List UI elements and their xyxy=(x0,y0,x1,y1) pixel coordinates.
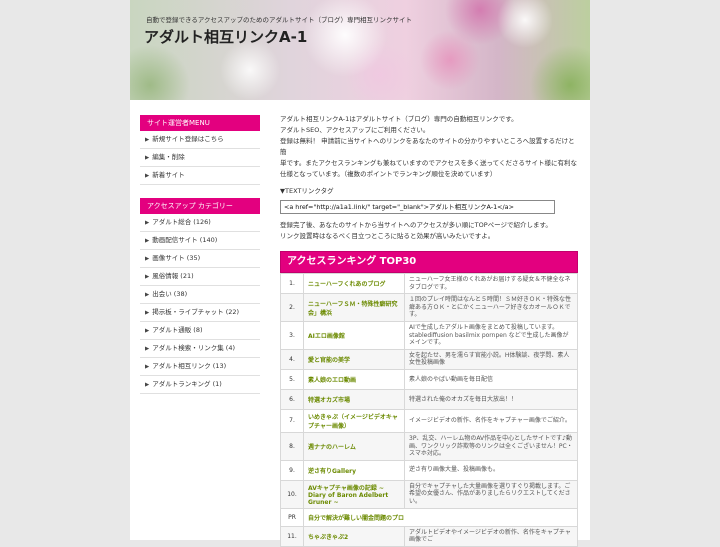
ranking-site-link[interactable]: 逆さ有りGallery xyxy=(303,459,405,481)
rank-number: 6. xyxy=(280,388,304,410)
ranking-site-link[interactable]: 週ナナのハーレム xyxy=(303,431,405,461)
category-item[interactable]: ▶ 掲示板・ライブチャット (22) xyxy=(140,304,260,322)
triangle-right-icon: ▶ xyxy=(145,292,150,298)
rank-number: 7. xyxy=(280,408,304,433)
table-row: 5. 素人娘のエロ動画 素人娘のやばい動画を毎日配信 xyxy=(280,368,578,390)
menu-item-register[interactable]: ▶ 新規サイト登録はこちら xyxy=(140,131,260,149)
admin-menu: サイト運営者MENU ▶ 新規サイト登録はこちら ▶ 編集・削除 ▶ 新着サイト xyxy=(140,115,260,185)
category-item[interactable]: ▶ 風俗情報 (21) xyxy=(140,268,260,286)
triangle-right-icon: ▶ xyxy=(145,155,150,161)
table-row: 9. 逆さ有りGallery 逆さ有り画像大量、投稿画像も。 xyxy=(280,459,578,481)
table-row: 4. 愛と官能の美学 女を起たせ、男を濡らす官能小説。H体験談、夜学問、素人女性投稿… xyxy=(280,348,578,370)
category-item[interactable]: ▶ アダルト通販 (8) xyxy=(140,322,260,340)
ranking-site-link[interactable]: 素人娘のエロ動画 xyxy=(303,368,405,390)
site-description: イメージビデオの新作、名作をキャプチャー画像でご紹介。 xyxy=(404,408,578,433)
site-description: 女を起たせ、男を濡らす官能小説。H体験談、夜学問、素人女性投稿画像 xyxy=(404,348,578,370)
category-item[interactable]: ▶ 出会い (38) xyxy=(140,286,260,304)
site-tagline: 自動で登録できるアクセスアップのためのアダルトサイト（ブログ）専門相互リンクサイ… xyxy=(146,16,413,24)
site-description: アダルトビデオやイメージビデオの新作、名作をキャプチャ画像でご xyxy=(404,525,578,547)
category-item[interactable]: ▶ アダルト検索・リンク集 (4) xyxy=(140,340,260,358)
ranking-site-link[interactable]: いめきゃぷ（イメージビデオキャプチャー画像） xyxy=(303,408,405,433)
site-description: 特選された俺のオカズを毎日大放出！！ xyxy=(404,388,578,410)
menu-item-new-sites[interactable]: ▶ 新着サイト xyxy=(140,167,260,185)
table-row: PR 自分で解決が難しい闇金問題のプロ xyxy=(280,507,578,527)
triangle-right-icon: ▶ xyxy=(145,220,150,226)
table-row: 10. AVキャプチャ画像の記録 ~ Diary of Baron Adelber… xyxy=(280,479,578,509)
menu-item-edit-delete[interactable]: ▶ 編集・削除 xyxy=(140,149,260,167)
ranking-site-link[interactable]: 自分で解決が難しい闇金問題のプロ xyxy=(303,507,578,527)
site-title[interactable]: アダルト相互リンクA-1 xyxy=(144,26,307,47)
rank-number: 2. xyxy=(280,293,304,322)
ranking-site-link[interactable]: AIエロ画像館 xyxy=(303,320,405,350)
admin-menu-heading: サイト運営者MENU xyxy=(140,115,260,131)
category-item[interactable]: ▶ アダルト総合 (126) xyxy=(140,214,260,232)
triangle-right-icon: ▶ xyxy=(145,238,150,244)
page-container: 自動で登録できるアクセスアップのためのアダルトサイト（ブログ）専門相互リンクサイ… xyxy=(130,0,590,547)
table-row: 1. ニューハーフくれあのブログ ニューハーフ女王様のくれあがお届けする疑女＆不健全… xyxy=(280,272,578,295)
category-item[interactable]: ▶ アダルト相互リンク (13) xyxy=(140,358,260,376)
triangle-right-icon: ▶ xyxy=(145,274,150,280)
ranking-site-link[interactable]: 愛と官能の美学 xyxy=(303,348,405,370)
site-description: 素人娘のやばい動画を毎日配信 xyxy=(404,368,578,390)
rank-number: 10. xyxy=(280,479,304,509)
intro-text: アダルト相互リンクA-1はアダルトサイト（ブログ）専門の自動相互リンクです。 ア… xyxy=(280,115,577,178)
rank-number: 5. xyxy=(280,368,304,390)
ranking-site-link[interactable]: AVキャプチャ画像の記録 ~ Diary of Baron Adelbert G… xyxy=(303,479,405,509)
ranking-site-link[interactable]: 特選オカズ市場 xyxy=(303,388,405,410)
triangle-right-icon: ▶ xyxy=(145,346,150,352)
site-description: ニューハーフ女王様のくれあがお届けする疑女＆不健全なネタブログです。 xyxy=(404,272,578,295)
triangle-right-icon: ▶ xyxy=(145,382,150,388)
ranking-site-link[interactable]: ニューハーフくれあのブログ xyxy=(303,272,405,295)
main-content: アダルト相互リンクA-1はアダルトサイト（ブログ）専門の自動相互リンクです。 ア… xyxy=(280,114,578,547)
site-description: 逆さ有り画像大量、投稿画像も。 xyxy=(404,459,578,481)
triangle-right-icon: ▶ xyxy=(145,137,150,143)
rank-number: 11. xyxy=(280,525,304,547)
table-row: 8. 週ナナのハーレム 3P、乱交、ハーレム物のAV作品を中心としたサイトです♪動画… xyxy=(280,431,578,461)
category-item[interactable]: ▶ アダルトランキング (1) xyxy=(140,376,260,394)
link-code-field[interactable]: <a href="http://a1a1.link/" target="_bla… xyxy=(280,200,555,214)
site-description: 自分でキャプチャした大量画像を選りすぐり掲載します。ご希望の女優さん、作品があり… xyxy=(404,479,578,509)
category-item[interactable]: ▶ 動画配信サイト (140) xyxy=(140,232,260,250)
triangle-right-icon: ▶ xyxy=(145,364,150,370)
table-row: 11. ちゃぷきゃぷ2 アダルトビデオやイメージビデオの新作、名作をキャプチャ画像で… xyxy=(280,525,578,547)
site-description: 3P、乱交、ハーレム物のAV作品を中心としたサイトです♪動画、ワンクリック詐欺等… xyxy=(404,431,578,461)
after-text: 登録完了後、あなたのサイトから当サイトへのアクセスが多い順にTOPページで紹介し… xyxy=(280,221,552,240)
category-menu-heading: アクセスアップ カテゴリー xyxy=(140,198,260,214)
category-item[interactable]: ▶ 画像サイト (35) xyxy=(140,250,260,268)
table-row: 7. いめきゃぷ（イメージビデオキャプチャー画像） イメージビデオの新作、名作をキャ… xyxy=(280,408,578,433)
rank-number: 4. xyxy=(280,348,304,370)
site-description: １回のプレイ時間はなんと５時間！ＳＭ好きＯＫ・特殊な性癖ある方ＯＫ・とにかくニュ… xyxy=(404,293,578,322)
ranking-table: 1. ニューハーフくれあのブログ ニューハーフ女王様のくれあがお届けする疑女＆不健全… xyxy=(280,272,578,547)
table-row: 2. ニューハーフＳＭ・特殊性癖研究会」構浜 １回のプレイ時間はなんと５時間！ＳＭ好… xyxy=(280,293,578,322)
site-description: AIで生成したアダルト画像をまとめて投稿しています。stablediffusio… xyxy=(404,320,578,350)
category-menu: アクセスアップ カテゴリー ▶ アダルト総合 (126) ▶ 動画配信サイト (14… xyxy=(140,198,260,394)
site-header: 自動で登録できるアクセスアップのためのアダルトサイト（ブログ）専門相互リンクサイ… xyxy=(130,0,590,100)
ranking-heading: アクセスランキング TOP30 xyxy=(280,251,578,273)
rank-number: PR xyxy=(280,507,304,527)
text-link-label: ▼TEXTリンクタグ xyxy=(280,187,334,195)
table-row: 3. AIエロ画像館 AIで生成したアダルト画像をまとめて投稿しています。stabl… xyxy=(280,320,578,350)
rank-number: 9. xyxy=(280,459,304,481)
rank-number: 1. xyxy=(280,272,304,295)
rank-number: 3. xyxy=(280,320,304,350)
ranking-site-link[interactable]: ニューハーフＳＭ・特殊性癖研究会」構浜 xyxy=(303,293,405,322)
triangle-right-icon: ▶ xyxy=(145,328,150,334)
rank-number: 8. xyxy=(280,431,304,461)
table-row: 6. 特選オカズ市場 特選された俺のオカズを毎日大放出！！ xyxy=(280,388,578,410)
triangle-right-icon: ▶ xyxy=(145,256,150,262)
triangle-right-icon: ▶ xyxy=(145,310,150,316)
triangle-right-icon: ▶ xyxy=(145,173,150,179)
ranking-site-link[interactable]: ちゃぷきゃぷ2 xyxy=(303,525,405,547)
